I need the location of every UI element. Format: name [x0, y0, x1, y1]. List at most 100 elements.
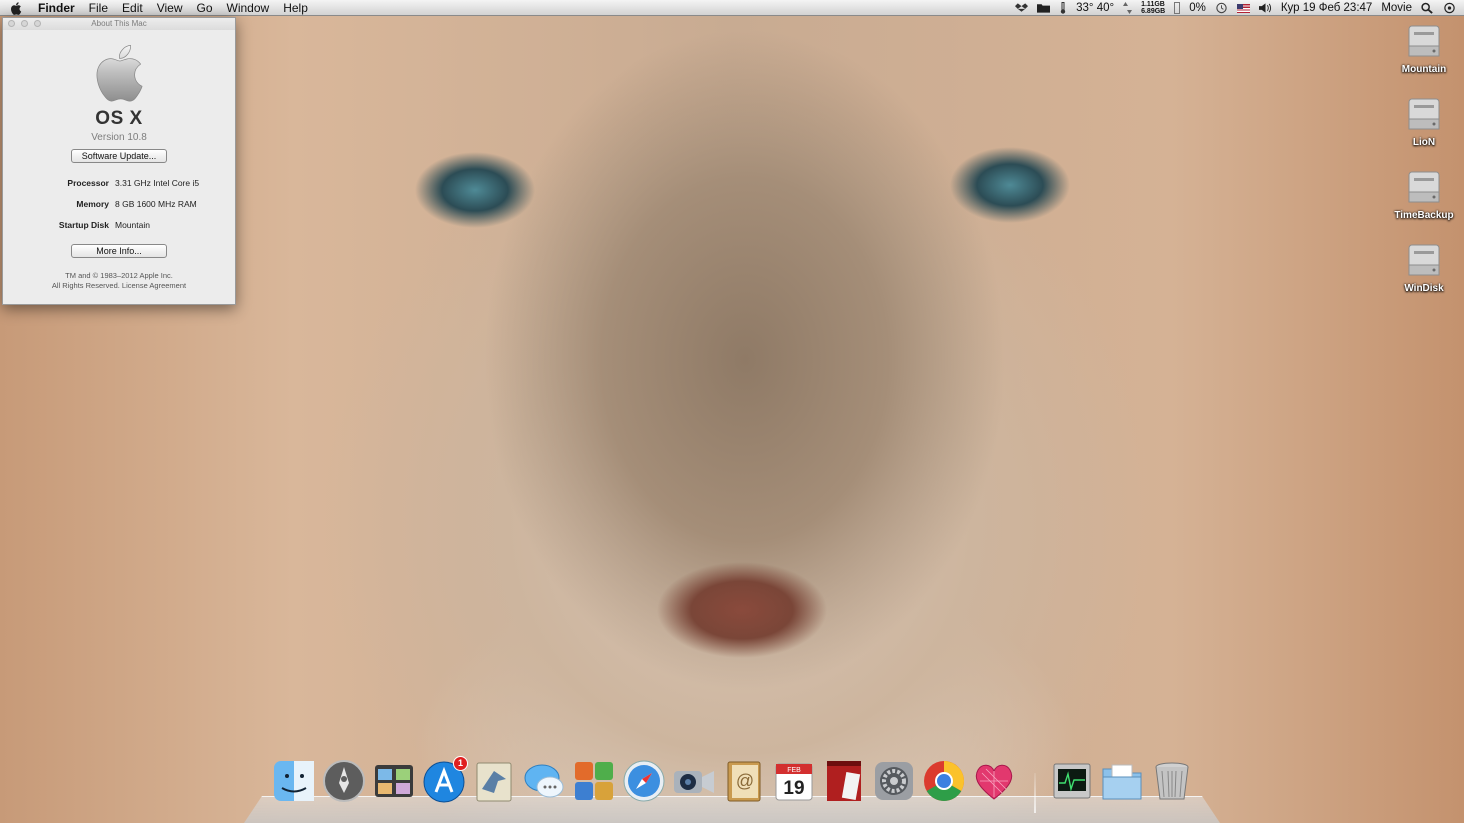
- drive-lion[interactable]: LioN: [1389, 95, 1459, 148]
- hard-drive-icon: [1408, 98, 1440, 130]
- notification-center-icon[interactable]: [1443, 2, 1456, 14]
- menu-edit[interactable]: Edit: [122, 0, 143, 16]
- chrome-icon: [924, 761, 964, 801]
- spec-value: Mountain: [115, 220, 150, 230]
- more-info-button[interactable]: More Info...: [71, 244, 167, 258]
- clock-readout[interactable]: Кур 19 Феб 23:47: [1281, 2, 1372, 14]
- spec-value: 8 GB 1600 MHz RAM: [115, 199, 197, 209]
- mail-icon: [476, 762, 512, 802]
- spec-value: 3.31 GHz Intel Core i5: [115, 178, 200, 188]
- hard-drive-icon: [1408, 171, 1440, 203]
- about-this-mac-window[interactable]: About This Mac OS X Version 10.8 Softwar…: [2, 17, 236, 305]
- rights-line[interactable]: All Rights Reserved. License Agreement: [3, 281, 235, 291]
- dock-item-trash[interactable]: [1148, 756, 1196, 806]
- menu-window[interactable]: Window: [227, 0, 270, 16]
- dock-item-messages[interactable]: [520, 756, 568, 806]
- spotlight-search-icon[interactable]: [1421, 2, 1434, 14]
- input-source-flag-icon[interactable]: [1236, 3, 1250, 13]
- dock-item-photo-browser[interactable]: [370, 756, 418, 806]
- cpu-readout[interactable]: 0%: [1189, 2, 1206, 14]
- documents-folder-icon: [1102, 764, 1142, 800]
- dropbox-status-icon[interactable]: [1015, 2, 1029, 14]
- launchpad-icon: [323, 760, 365, 802]
- drive-label: LioN: [1412, 137, 1436, 148]
- menu-help[interactable]: Help: [283, 0, 308, 16]
- heart-app-icon: [975, 764, 1013, 800]
- user-menu[interactable]: Movie: [1381, 2, 1412, 14]
- dock-item-system-preferences[interactable]: [870, 756, 918, 806]
- drive-label: Mountain: [1401, 64, 1447, 75]
- photo-booth-icon: [827, 761, 861, 801]
- window-titlebar[interactable]: About This Mac: [3, 18, 235, 30]
- spec-label: Memory: [76, 199, 109, 209]
- volume-icon[interactable]: [1258, 2, 1272, 14]
- dock-item-app-store[interactable]: 1: [420, 756, 468, 806]
- drive-timebackup[interactable]: TimeBackup: [1389, 168, 1459, 221]
- memory-readout[interactable]: 1.11GB 6.89GB: [1141, 1, 1165, 15]
- copyright-line: TM and © 1983–2012 Apple Inc.: [65, 271, 173, 280]
- dock-item-facetime[interactable]: [670, 756, 718, 806]
- drive-mountain[interactable]: Mountain: [1389, 22, 1459, 75]
- network-arrows-icon[interactable]: [1123, 2, 1133, 14]
- safari-icon: [623, 760, 665, 802]
- dock-item-mail[interactable]: [470, 756, 518, 806]
- calendar-icon: FEB 19: [775, 763, 813, 801]
- legal-text: TM and © 1983–2012 Apple Inc. All Rights…: [3, 271, 235, 291]
- apple-logo-icon: [96, 45, 143, 102]
- menu-go[interactable]: Go: [197, 0, 213, 16]
- spec-label: Processor: [67, 178, 109, 188]
- drive-label: TimeBackup: [1394, 210, 1454, 221]
- spec-row-startup-disk: Startup Disk Mountain: [21, 220, 217, 241]
- utilities-icon: [575, 762, 613, 800]
- close-window-button[interactable]: [8, 20, 15, 27]
- dock: 1 @ FEB 19: [268, 756, 1208, 816]
- software-update-button[interactable]: Software Update...: [71, 149, 167, 163]
- cpu-meter-icon[interactable]: [1174, 2, 1181, 14]
- dock-item-launchpad[interactable]: [320, 756, 368, 806]
- dock-item-finder[interactable]: [270, 756, 318, 806]
- dock-item-calendar[interactable]: FEB 19: [770, 756, 818, 806]
- dock-item-contacts[interactable]: @: [720, 756, 768, 806]
- memory-used: 1.11GB: [1141, 1, 1165, 8]
- dock-item-activity-monitor[interactable]: [1048, 756, 1096, 806]
- app-store-badge: 1: [453, 756, 468, 771]
- os-name: OS X: [95, 108, 143, 129]
- facetime-icon: [674, 771, 714, 793]
- minimize-window-button[interactable]: [21, 20, 28, 27]
- photo-browser-icon: [375, 765, 413, 797]
- hard-drive-icon: [1408, 244, 1440, 276]
- contacts-icon: @: [727, 761, 761, 802]
- menu-file[interactable]: File: [89, 0, 108, 16]
- memory-free: 6.89GB: [1141, 8, 1166, 15]
- dock-item-chrome[interactable]: [920, 756, 968, 806]
- svg-text:@: @: [736, 771, 754, 791]
- folder-status-icon[interactable]: [1037, 2, 1051, 14]
- spec-table: Processor 3.31 GHz Intel Core i5 Memory …: [21, 178, 217, 241]
- dock-item-utilities[interactable]: [570, 756, 618, 806]
- menu-view[interactable]: View: [157, 0, 183, 16]
- zoom-window-button[interactable]: [34, 20, 41, 27]
- hard-drive-icon: [1408, 25, 1440, 57]
- dock-item-safari[interactable]: [620, 756, 668, 806]
- system-preferences-icon: [875, 762, 913, 800]
- spec-label: Startup Disk: [58, 220, 109, 230]
- dock-item-heart-app[interactable]: [970, 756, 1018, 806]
- spec-row-memory: Memory 8 GB 1600 MHz RAM: [21, 199, 217, 220]
- spec-row-processor: Processor 3.31 GHz Intel Core i5: [21, 178, 217, 199]
- drive-windisk[interactable]: WinDisk: [1389, 241, 1459, 294]
- temperature-readout[interactable]: 33° 40°: [1076, 2, 1114, 14]
- messages-icon: [524, 764, 564, 798]
- dock-item-documents-folder[interactable]: [1098, 756, 1146, 806]
- time-machine-icon[interactable]: [1215, 2, 1228, 14]
- app-menu-finder[interactable]: Finder: [38, 0, 75, 16]
- drive-label: WinDisk: [1404, 283, 1444, 294]
- calendar-day: 19: [783, 778, 804, 799]
- calendar-month: FEB: [787, 767, 801, 774]
- finder-icon: [274, 761, 314, 801]
- os-version: Version 10.8: [91, 132, 147, 143]
- thermometer-icon[interactable]: [1059, 2, 1067, 14]
- trash-icon: [1155, 762, 1189, 800]
- apple-menu-icon[interactable]: [10, 1, 22, 15]
- dock-item-photo-booth[interactable]: [820, 756, 868, 806]
- activity-monitor-icon: [1053, 763, 1091, 799]
